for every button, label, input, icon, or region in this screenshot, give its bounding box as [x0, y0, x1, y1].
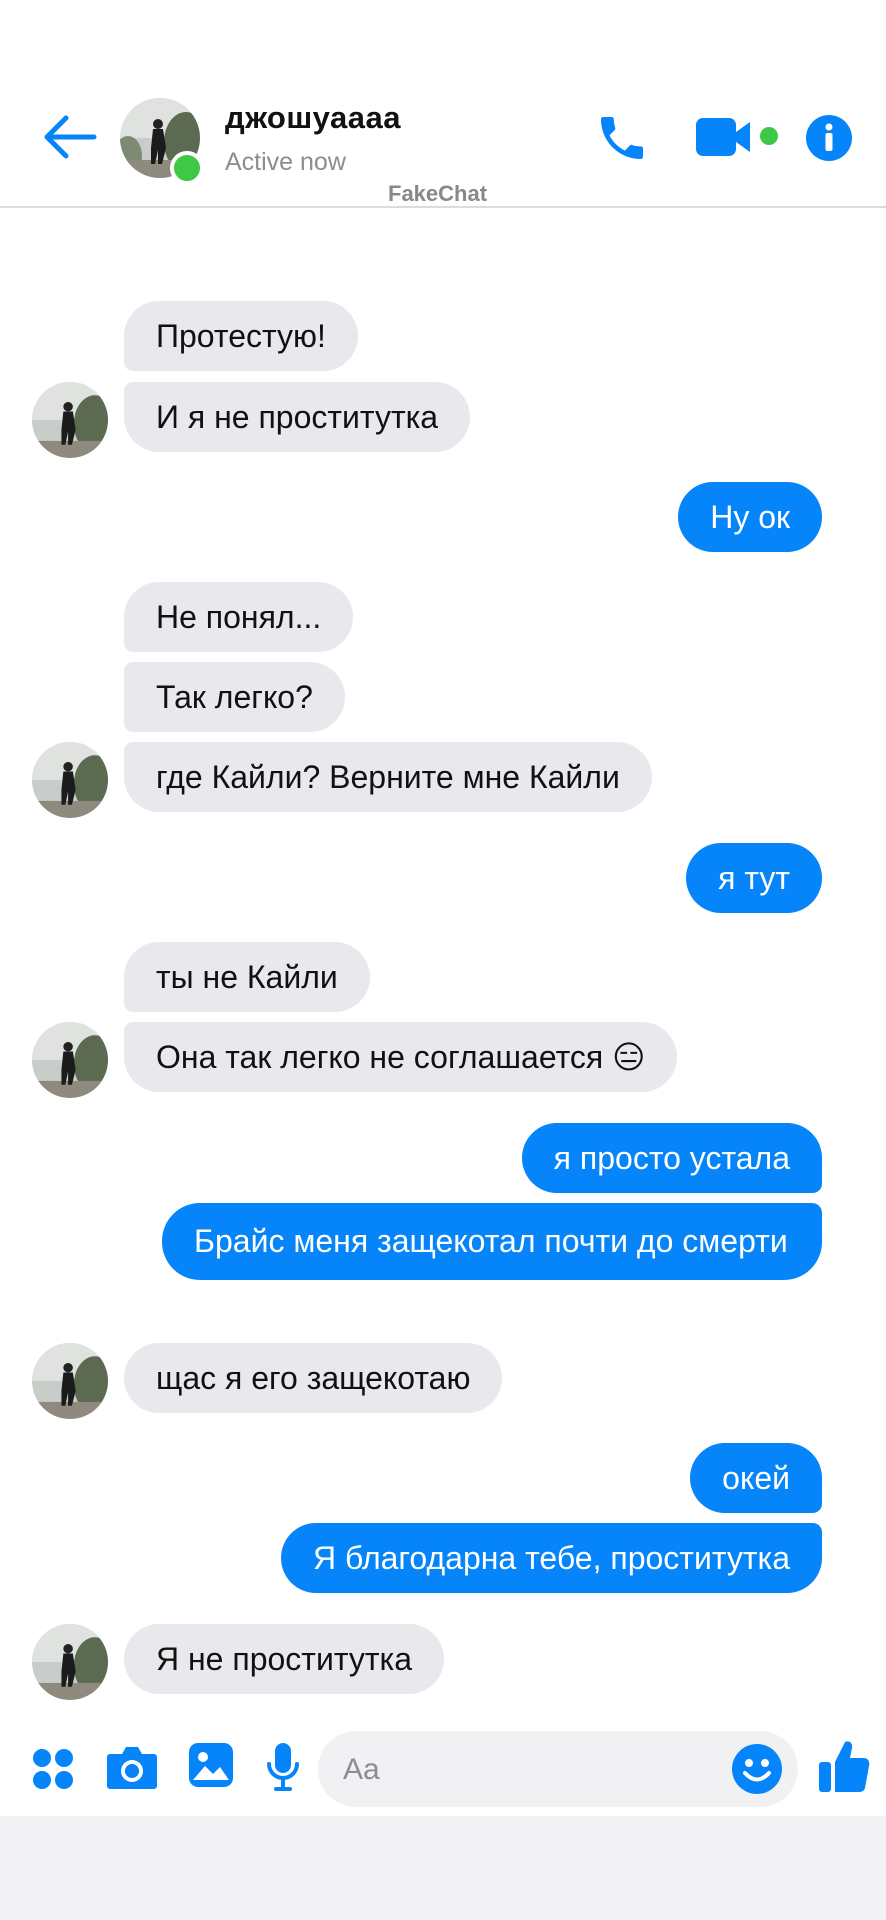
outgoing-message[interactable]: Я благодарна тебе, проститутка	[281, 1523, 822, 1593]
sender-avatar[interactable]	[32, 1624, 108, 1700]
outgoing-message[interactable]: я просто устала	[521, 1123, 822, 1193]
incoming-message[interactable]: Так легко?	[124, 662, 345, 732]
incoming-message[interactable]: Она так легко не соглашается 😑	[124, 1022, 678, 1092]
gallery-icon[interactable]	[188, 1742, 234, 1788]
outgoing-message[interactable]: окей	[690, 1443, 822, 1513]
camera-icon[interactable]	[106, 1744, 158, 1790]
thumbs-up-icon[interactable]	[818, 1738, 870, 1794]
microphone-icon[interactable]	[266, 1742, 300, 1792]
incoming-message[interactable]: Не понял...	[124, 582, 354, 652]
message-list: Протестую! И я не проститутка Ну ок Не п…	[0, 0, 886, 1920]
sender-avatar[interactable]	[32, 742, 108, 818]
incoming-message[interactable]: Протестую!	[124, 301, 358, 371]
outgoing-message[interactable]: я тут	[686, 843, 822, 913]
incoming-message[interactable]: И я не проститутка	[124, 382, 471, 452]
message-input[interactable]	[318, 1731, 798, 1807]
incoming-message[interactable]: где Кайли? Верните мне Кайли	[124, 742, 652, 812]
incoming-message[interactable]: щас я его защекотаю	[124, 1343, 503, 1413]
outgoing-message[interactable]: Ну ок	[678, 482, 822, 552]
sender-avatar[interactable]	[32, 1022, 108, 1098]
sender-avatar[interactable]	[32, 382, 108, 458]
incoming-message[interactable]: ты не Кайли	[124, 942, 370, 1012]
sender-avatar[interactable]	[32, 1343, 108, 1419]
apps-grid-icon[interactable]	[32, 1748, 74, 1790]
system-navigation-bar	[0, 1816, 886, 1920]
outgoing-message[interactable]: Брайс меня защекотал почти до смерти	[162, 1203, 822, 1280]
incoming-message[interactable]: Я не проститутка	[124, 1624, 444, 1694]
message-input-placeholder: Aa	[343, 1753, 380, 1786]
emoji-icon[interactable]	[731, 1743, 783, 1795]
